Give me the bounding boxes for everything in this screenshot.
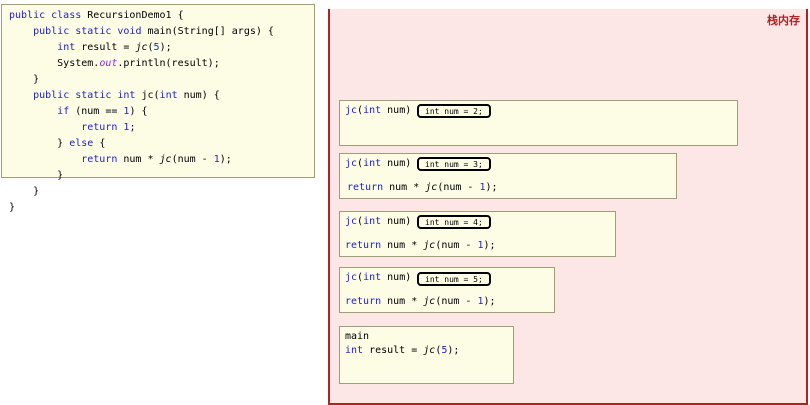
param-value-box: int num = 4; bbox=[417, 215, 491, 229]
frame-return-line: return num * jc(num - 1); bbox=[345, 296, 496, 307]
code-line: public static int jc(int num) { bbox=[33, 90, 220, 101]
frame-header: main bbox=[345, 331, 370, 342]
param-value-box: int num = 3; bbox=[417, 157, 491, 171]
frame-header: jc(int num) bbox=[345, 105, 412, 116]
frame-header: jc(int num) bbox=[345, 216, 412, 227]
stack-frame-jc-4: jc(int num) int num = 4; return num * jc… bbox=[339, 211, 616, 257]
code-line: } bbox=[9, 186, 40, 197]
code-line: } bbox=[9, 74, 40, 85]
code-line: return 1; bbox=[81, 122, 136, 133]
stack-frame-main: main int result = jc(5); bbox=[339, 326, 514, 384]
param-value-box: int num = 5; bbox=[417, 272, 491, 286]
stack-frame-jc-3: jc(int num) int num = 3; return num * jc… bbox=[339, 153, 677, 199]
param-value-box: int num = 2; bbox=[417, 104, 491, 118]
stack-frame-jc-5: jc(int num) int num = 5; return num * jc… bbox=[339, 267, 555, 313]
stack-memory-title: 栈内存 bbox=[767, 14, 800, 27]
code-line: public static void main(String[] args) { bbox=[33, 26, 274, 37]
frame-body-line: int result = jc(5); bbox=[345, 345, 460, 356]
frame-header: jc(int num) bbox=[345, 272, 412, 283]
code-line: int result = jc(5); bbox=[57, 42, 172, 53]
code-line: return num * jc(num - 1); bbox=[81, 154, 232, 165]
code-line: } bbox=[9, 202, 16, 213]
frame-return-line: return num * jc(num - 1); bbox=[347, 182, 498, 193]
code-line: System.out.println(result); bbox=[9, 58, 220, 69]
code-line: public class RecursionDemo1 { bbox=[9, 10, 184, 21]
code-line: if (num == 1) { bbox=[57, 106, 148, 117]
code-line: } bbox=[9, 170, 64, 181]
stack-memory-area: 栈内存 jc(int num) int num = 2; jc(int num)… bbox=[328, 9, 808, 405]
source-code-panel: public class RecursionDemo1 { public sta… bbox=[1, 4, 315, 213]
stack-frame-jc-2: jc(int num) int num = 2; bbox=[339, 100, 738, 146]
frame-header: jc(int num) bbox=[345, 158, 412, 169]
frame-return-line: return num * jc(num - 1); bbox=[345, 240, 496, 251]
code-line: } else { bbox=[9, 138, 106, 149]
